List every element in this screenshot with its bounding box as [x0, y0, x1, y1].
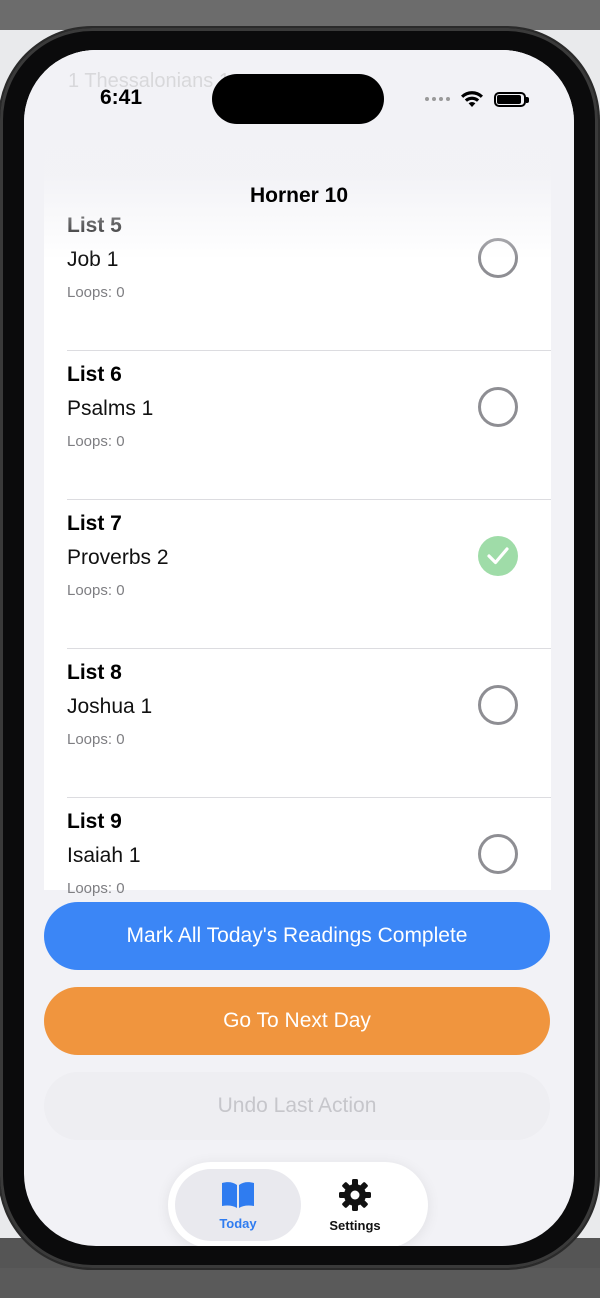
- next-day-button[interactable]: Go To Next Day: [44, 987, 550, 1055]
- list-item-6: List 6 Psalms 1 Loops: 0: [44, 351, 551, 500]
- loops-count: Loops: 0: [67, 880, 125, 897]
- list-title: List 5: [67, 214, 122, 237]
- list-title: List 9: [67, 810, 122, 833]
- tab-today[interactable]: Today: [175, 1169, 301, 1241]
- list-item-8: List 8 Joshua 1 Loops: 0: [44, 649, 551, 798]
- list-title: List 7: [67, 512, 122, 535]
- list-item-5: List 5 Job 1 Loops: 0: [44, 202, 551, 351]
- list-title: List 6: [67, 363, 122, 386]
- passage-label: Job 1: [67, 248, 119, 271]
- checkmark-icon: [487, 547, 509, 565]
- battery-icon: [494, 91, 529, 107]
- completion-toggle[interactable]: [478, 387, 518, 427]
- completion-toggle[interactable]: [478, 238, 518, 278]
- page-title: Horner 10: [249, 184, 349, 207]
- desktop-background-top: [0, 0, 600, 30]
- phone-frame: List 5 Job 1 Loops: 0 List 6 Psalms 1 Lo…: [0, 28, 598, 1268]
- completion-toggle[interactable]: [478, 685, 518, 725]
- gear-icon: [339, 1178, 371, 1211]
- passage-label: Proverbs 2: [67, 546, 169, 569]
- completion-toggle[interactable]: [478, 834, 518, 874]
- mark-all-complete-button[interactable]: Mark All Today's Readings Complete: [44, 902, 550, 970]
- passage-label: Joshua 1: [67, 695, 153, 718]
- tab-label: Settings: [329, 1217, 381, 1233]
- tab-label: Today: [219, 1215, 257, 1231]
- dynamic-island: [212, 74, 384, 124]
- tab-settings[interactable]: Settings: [292, 1169, 418, 1241]
- book-icon: [222, 1181, 254, 1208]
- tab-bar: Today Settings: [168, 1162, 428, 1246]
- clock: 6:41: [100, 86, 143, 109]
- undo-button[interactable]: Undo Last Action: [44, 1072, 550, 1140]
- list-item-7: List 7 Proverbs 2 Loops: 0: [44, 500, 551, 649]
- wifi-icon: [461, 91, 483, 107]
- passage-label: Psalms 1: [67, 397, 154, 420]
- status-bar: 6:41: [24, 50, 574, 140]
- loops-count: Loops: 0: [67, 433, 125, 450]
- loops-count: Loops: 0: [67, 582, 125, 599]
- cellular-signal-icon: [425, 97, 450, 101]
- completion-toggle-checked[interactable]: [478, 536, 518, 576]
- status-icons: [425, 90, 529, 108]
- loops-count: Loops: 0: [67, 731, 125, 748]
- phone-screen: List 5 Job 1 Loops: 0 List 6 Psalms 1 Lo…: [24, 50, 574, 1246]
- passage-label: Isaiah 1: [67, 844, 141, 867]
- loops-count: Loops: 0: [67, 284, 125, 301]
- list-title: List 8: [67, 661, 122, 684]
